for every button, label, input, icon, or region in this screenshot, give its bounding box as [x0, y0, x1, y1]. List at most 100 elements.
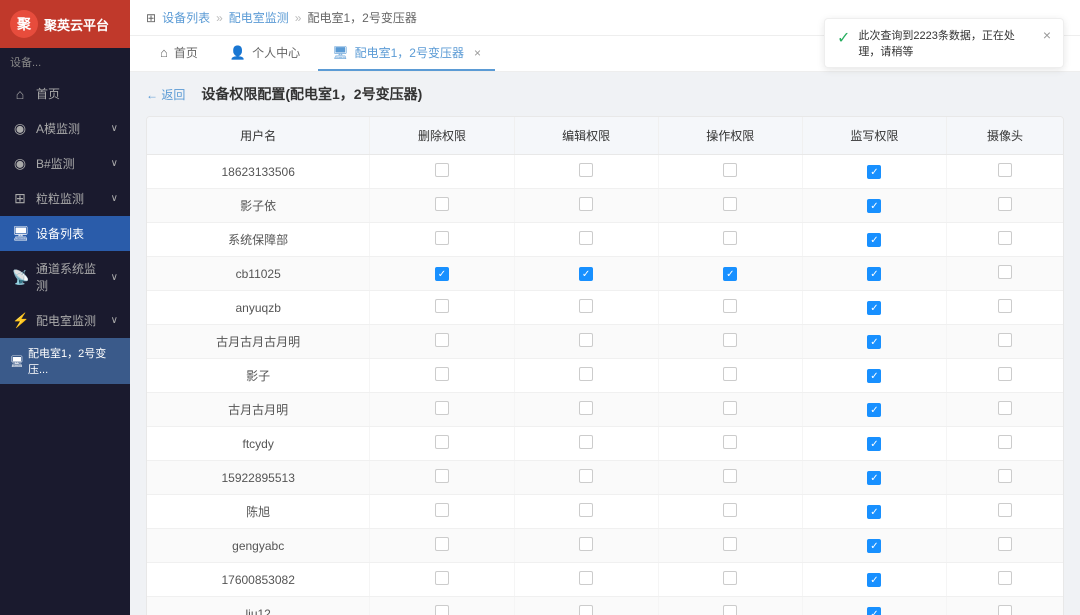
edit-cb-0[interactable] — [579, 163, 593, 177]
sidebar-item-device-list[interactable]: 🖥 设备列表 — [0, 216, 130, 251]
camera-cb-7[interactable] — [998, 401, 1012, 415]
lili-icon: ⊞ — [12, 190, 28, 207]
monitor-cb-6[interactable]: ✓ — [867, 369, 881, 383]
edit-cb-2[interactable] — [579, 231, 593, 245]
operate-cb-6[interactable] — [723, 367, 737, 381]
edit-cb-12[interactable] — [579, 571, 593, 585]
camera-cb-6[interactable] — [998, 367, 1012, 381]
edit-cb-8[interactable] — [579, 435, 593, 449]
monitor-cb-11[interactable]: ✓ — [867, 539, 881, 553]
cell-monitor: ✓ — [802, 495, 946, 529]
monitor-cb-4[interactable]: ✓ — [867, 301, 881, 315]
camera-cb-1[interactable] — [998, 197, 1012, 211]
table-row: cb11025 ✓ ✓ ✓ ✓ — [147, 257, 1063, 291]
monitor-cb-10[interactable]: ✓ — [867, 505, 881, 519]
delete-cb-11[interactable] — [435, 537, 449, 551]
monitor-cb-5[interactable]: ✓ — [867, 335, 881, 349]
edit-cb-1[interactable] — [579, 197, 593, 211]
operate-cb-4[interactable] — [723, 299, 737, 313]
tab-close-icon[interactable]: × — [474, 46, 481, 60]
camera-cb-12[interactable] — [998, 571, 1012, 585]
operate-cb-8[interactable] — [723, 435, 737, 449]
camera-cb-10[interactable] — [998, 503, 1012, 517]
sidebar-item-b-monitor[interactable]: ◉ B#监测 ∨ — [0, 146, 130, 181]
operate-cb-9[interactable] — [723, 469, 737, 483]
operate-cb-11[interactable] — [723, 537, 737, 551]
sidebar-item-home[interactable]: ⌂ 首页 — [0, 76, 130, 111]
monitor-cb-13[interactable]: ✓ — [867, 607, 881, 615]
edit-cb-10[interactable] — [579, 503, 593, 517]
operate-cb-5[interactable] — [723, 333, 737, 347]
notification-close[interactable]: × — [1043, 27, 1051, 43]
delete-cb-9[interactable] — [435, 469, 449, 483]
delete-cb-8[interactable] — [435, 435, 449, 449]
edit-cb-3[interactable]: ✓ — [579, 267, 593, 281]
camera-cb-13[interactable] — [998, 605, 1012, 615]
delete-cb-5[interactable] — [435, 333, 449, 347]
breadcrumb-device-list[interactable]: 设备列表 — [162, 9, 210, 26]
delete-cb-10[interactable] — [435, 503, 449, 517]
col-operate: 操作权限 — [658, 117, 802, 155]
edit-cb-6[interactable] — [579, 367, 593, 381]
monitor-cb-2[interactable]: ✓ — [867, 233, 881, 247]
delete-cb-wrapper — [435, 163, 449, 177]
edit-cb-9[interactable] — [579, 469, 593, 483]
camera-cb-8[interactable] — [998, 435, 1012, 449]
delete-cb-4[interactable] — [435, 299, 449, 313]
camera-cb-3[interactable] — [998, 265, 1012, 279]
delete-cb-0[interactable] — [435, 163, 449, 177]
tab-device[interactable]: 🖥 配电室1，2号变压器 × — [318, 36, 495, 71]
cell-edit — [514, 393, 658, 427]
operate-cb-3[interactable]: ✓ — [723, 267, 737, 281]
delete-cb-6[interactable] — [435, 367, 449, 381]
tab-home[interactable]: ⌂ 首页 — [146, 36, 212, 71]
monitor-cb-0[interactable]: ✓ — [867, 165, 881, 179]
delete-cb-2[interactable] — [435, 231, 449, 245]
sidebar-item-channel[interactable]: 📡 通道系统监测 ∨ — [0, 251, 130, 303]
monitor-cb-8[interactable]: ✓ — [867, 437, 881, 451]
monitor-cb-wrapper: ✓ — [867, 199, 881, 213]
edit-cb-13[interactable] — [579, 605, 593, 615]
monitor-cb-12[interactable]: ✓ — [867, 573, 881, 587]
cell-edit: ✓ — [514, 257, 658, 291]
operate-cb-7[interactable] — [723, 401, 737, 415]
monitor-cb-9[interactable]: ✓ — [867, 471, 881, 485]
edit-cb-5[interactable] — [579, 333, 593, 347]
monitor-cb-1[interactable]: ✓ — [867, 199, 881, 213]
sidebar-item-lili[interactable]: ⊞ 粒粒监测 ∨ — [0, 181, 130, 216]
camera-cb-0[interactable] — [998, 163, 1012, 177]
edit-cb-wrapper — [579, 401, 593, 415]
breadcrumb-elec-room[interactable]: 配电室监测 — [229, 9, 289, 26]
delete-cb-7[interactable] — [435, 401, 449, 415]
delete-cb-1[interactable] — [435, 197, 449, 211]
operate-cb-1[interactable] — [723, 197, 737, 211]
camera-cb-2[interactable] — [998, 231, 1012, 245]
camera-cb-4[interactable] — [998, 299, 1012, 313]
camera-cb-5[interactable] — [998, 333, 1012, 347]
tab-personal[interactable]: 👤 个人中心 — [216, 36, 314, 71]
operate-cb-0[interactable] — [723, 163, 737, 177]
monitor-cb-7[interactable]: ✓ — [867, 403, 881, 417]
camera-cb-11[interactable] — [998, 537, 1012, 551]
delete-cb-3[interactable]: ✓ — [435, 267, 449, 281]
sidebar-item-elec-room[interactable]: ⚡ 配电室监测 ∨ — [0, 303, 130, 338]
camera-cb-9[interactable] — [998, 469, 1012, 483]
back-button[interactable]: ← 返回 — [146, 86, 185, 103]
sidebar-item-a-monitor[interactable]: ◉ A模监测 ∨ — [0, 111, 130, 146]
operate-cb-10[interactable] — [723, 503, 737, 517]
delete-cb-13[interactable] — [435, 605, 449, 615]
edit-cb-11[interactable] — [579, 537, 593, 551]
cell-monitor: ✓ — [802, 393, 946, 427]
monitor-cb-3[interactable]: ✓ — [867, 267, 881, 281]
operate-cb-12[interactable] — [723, 571, 737, 585]
sidebar-item-device-sub[interactable]: 🖥 配电室1，2号变压... — [0, 338, 130, 384]
topbar: ⊞ 设备列表 » 配电室监测 » 配电室1，2号变压器 ✓ 此次查询到2223条… — [130, 0, 1080, 36]
operate-cb-13[interactable] — [723, 605, 737, 615]
cell-edit — [514, 461, 658, 495]
cell-username: 18623133506 — [147, 155, 370, 189]
operate-cb-2[interactable] — [723, 231, 737, 245]
edit-cb-4[interactable] — [579, 299, 593, 313]
delete-cb-12[interactable] — [435, 571, 449, 585]
breadcrumb-sep-1: » — [216, 11, 223, 25]
edit-cb-7[interactable] — [579, 401, 593, 415]
